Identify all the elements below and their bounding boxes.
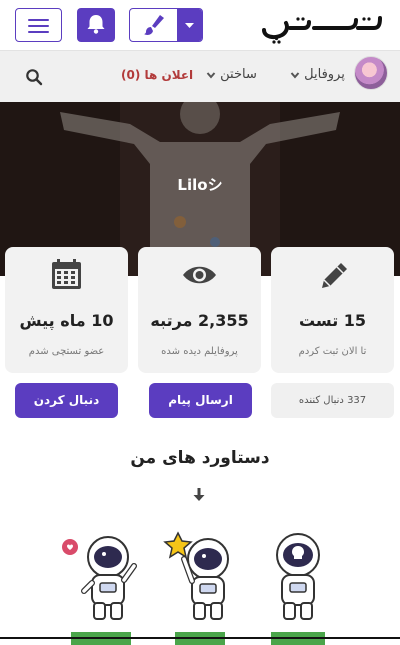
- nav-notifications-link[interactable]: اعلان ها (0): [121, 68, 193, 82]
- nav-bar: اعلان ها (0) ساختن پروفایل: [0, 50, 400, 102]
- pencil-icon: [322, 263, 347, 288]
- nav-build-menu[interactable]: ساختن: [204, 67, 257, 82]
- dropdown-toggle[interactable]: [177, 9, 202, 41]
- site-logo[interactable]: [258, 4, 386, 46]
- achievement-badge-love[interactable]: [58, 525, 148, 625]
- calendar-icon: [52, 259, 81, 289]
- menu-button[interactable]: [15, 8, 62, 42]
- notifications-button[interactable]: [77, 8, 115, 42]
- stat-card-views: 2,355 مرتبه پروفایلم دیده شده: [138, 247, 261, 373]
- followers-count[interactable]: 337 دنبال کننده: [271, 383, 394, 418]
- nav-profile-menu[interactable]: پروفایل: [288, 67, 345, 82]
- hamburger-icon: [28, 19, 49, 21]
- divider: [0, 637, 400, 639]
- stat-card-tests: 15 تست تا الان ثبت کردم: [271, 247, 394, 373]
- stat-caption: عضو تستچی شدم: [28, 346, 105, 357]
- caret-down-icon: [185, 23, 194, 28]
- follow-button[interactable]: دنبال کردن: [15, 383, 118, 418]
- create-button[interactable]: [130, 9, 177, 41]
- create-dropdown[interactable]: [129, 8, 203, 42]
- stat-card-membership: 10 ماه پیش عضو تستچی شدم: [5, 247, 128, 373]
- nav-profile-label: پروفایل: [304, 67, 345, 82]
- send-message-button[interactable]: ارسال پیام: [149, 383, 252, 418]
- achievements-title: دستاورد های من: [130, 448, 270, 468]
- paintbrush-icon: [144, 15, 164, 35]
- eye-icon: [183, 266, 216, 284]
- stat-caption: تا الان ثبت کردم: [298, 346, 367, 357]
- hamburger-line: [28, 31, 49, 33]
- achievement-badge-star[interactable]: [160, 525, 250, 625]
- hamburger-line: [28, 25, 49, 27]
- stat-value: 10 ماه پیش: [19, 311, 114, 330]
- stat-value: 15 تست: [298, 311, 367, 330]
- arrow-down-icon: [193, 488, 205, 501]
- search-icon[interactable]: [25, 68, 43, 86]
- stat-caption: پروفایلم دیده شده: [161, 346, 238, 357]
- chevron-down-icon: [290, 71, 300, 79]
- avatar[interactable]: [354, 56, 388, 90]
- profile-username: Liloシ: [177, 176, 223, 194]
- bell-icon: [87, 15, 105, 34]
- nav-build-label: ساختن: [220, 67, 257, 82]
- chevron-down-icon: [206, 71, 216, 79]
- stat-value: 2,355 مرتبه: [150, 311, 249, 330]
- achievement-badge-idea[interactable]: [260, 525, 350, 625]
- top-bar: [0, 0, 400, 50]
